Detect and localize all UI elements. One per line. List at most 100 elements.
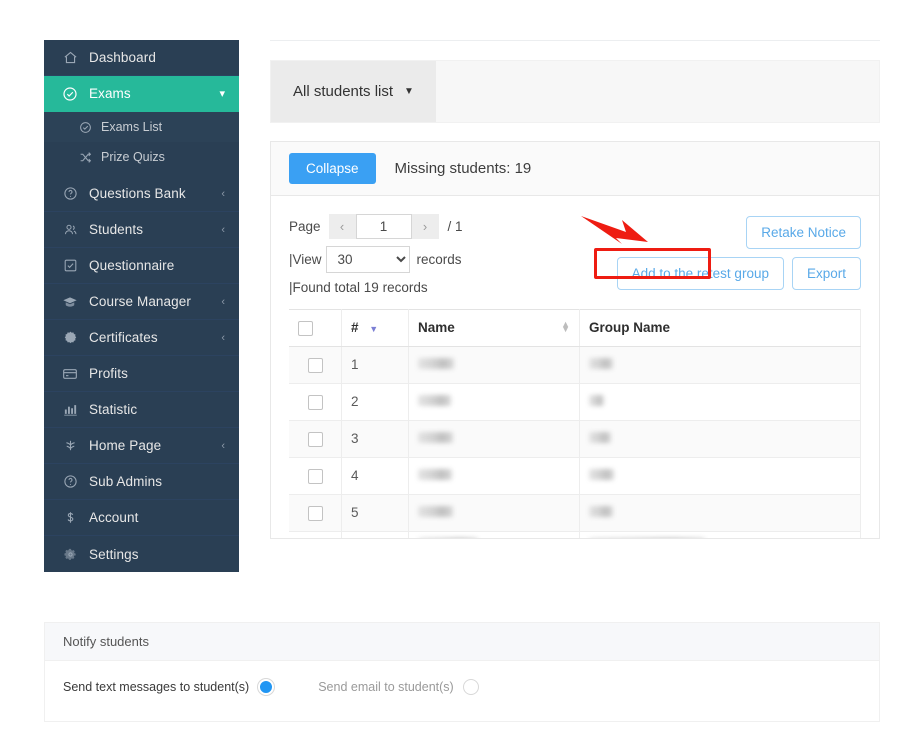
sidebar-item-questionnaire[interactable]: Questionnaire [44, 248, 239, 284]
sidebar-item-label: Statistic [89, 402, 138, 417]
select-all-checkbox[interactable] [298, 320, 313, 336]
row-number: 6 [341, 531, 409, 538]
credit-card-icon [60, 366, 80, 382]
table-row[interactable]: 5 [289, 494, 861, 532]
page-number-input[interactable] [355, 214, 412, 239]
row-group-name [579, 457, 861, 495]
sidebar: Dashboard Exams ▾ Exams List Prize Quizs… [44, 40, 239, 572]
sidebar-item-students[interactable]: Students ‹ [44, 212, 239, 248]
check-circle-icon [76, 121, 94, 134]
redacted-group [589, 358, 613, 370]
sidebar-item-label: Questions Bank [89, 186, 186, 201]
found-records-label: |Found total 19 records [289, 280, 428, 295]
sidebar-submenu-exams: Exams List Prize Quizs [44, 112, 239, 176]
sidebar-item-label: Course Manager [89, 294, 191, 309]
send-email-label: Send email to student(s) [318, 680, 454, 694]
chevron-right-icon: › [422, 219, 428, 234]
sidebar-item-certificates[interactable]: Certificates ‹ [44, 320, 239, 356]
redacted-group [589, 395, 604, 407]
caret-down-icon: ▼ [404, 86, 414, 97]
redacted-name [418, 395, 451, 407]
tab-strip: All students list ▼ [270, 60, 880, 123]
students-card: Collapse Missing students: 19 Page ‹ 1 ›… [270, 141, 880, 539]
redacted-name [418, 358, 454, 370]
chevron-down-icon: ▾ [219, 88, 225, 100]
sidebar-item-statistic[interactable]: Statistic [44, 392, 239, 428]
chevron-left-icon: ‹ [339, 219, 345, 234]
check-square-icon [60, 258, 80, 273]
sidebar-subitem-label: Prize Quizs [101, 150, 165, 164]
sidebar-item-label: Sub Admins [89, 474, 163, 489]
sidebar-item-exams[interactable]: Exams ▾ [44, 76, 239, 112]
row-number: 5 [341, 494, 409, 532]
records-per-page-select[interactable]: 30 [325, 246, 410, 273]
send-sms-label: Send text messages to student(s) [63, 680, 250, 694]
send-email-option[interactable]: Send email to student(s) [318, 679, 479, 695]
table-row[interactable]: 1 [289, 346, 861, 384]
table-row[interactable]: 6 [289, 531, 861, 538]
column-header-group-name[interactable]: Group Name [579, 309, 861, 347]
sidebar-item-label: Account [89, 510, 139, 525]
redacted-name [418, 469, 452, 481]
row-select-cell [289, 531, 342, 538]
top-divider [270, 40, 880, 41]
table-row[interactable]: 2 [289, 383, 861, 421]
gear-icon [60, 547, 80, 562]
students-table: # ▼ Name ▲ ▼ Group Name 1 2 3 4 5 [289, 309, 861, 538]
certificate-icon [60, 330, 80, 345]
add-to-retest-group-button[interactable]: Add to the retest group [616, 257, 784, 290]
sidebar-item-home-page[interactable]: Home Page ‹ [44, 428, 239, 464]
card-body: Page ‹ › / 1 |View [271, 196, 879, 538]
collapse-button[interactable]: Collapse [289, 153, 376, 184]
sidebar-item-label: Exams [89, 86, 131, 101]
table-row[interactable]: 3 [289, 420, 861, 458]
sidebar-item-prize-quizs[interactable]: Prize Quizs [44, 142, 239, 172]
sidebar-item-label: Profits [89, 366, 128, 381]
sidebar-item-questions-bank[interactable]: Questions Bank ‹ [44, 176, 239, 212]
sidebar-item-profits[interactable]: Profits [44, 356, 239, 392]
sidebar-item-sub-admins[interactable]: Sub Admins [44, 464, 239, 500]
tab-all-students-list[interactable]: All students list ▼ [271, 61, 436, 122]
sidebar-item-exams-list[interactable]: Exams List [44, 112, 239, 142]
sort-desc-icon: ▼ [369, 324, 379, 335]
column-header-name[interactable]: Name ▲ ▼ [408, 309, 580, 347]
row-number: 2 [341, 383, 409, 421]
row-checkbox[interactable] [307, 468, 323, 484]
row-number: 1 [341, 346, 409, 384]
row-checkbox[interactable] [307, 394, 323, 410]
sidebar-item-dashboard[interactable]: Dashboard [44, 40, 239, 76]
sidebar-item-settings[interactable]: Settings [44, 536, 239, 572]
retake-notice-button[interactable]: Retake Notice [746, 216, 861, 249]
sidebar-item-account[interactable]: Account [44, 500, 239, 536]
export-button[interactable]: Export [791, 257, 861, 290]
table-header-row: # ▼ Name ▲ ▼ Group Name [289, 309, 861, 347]
sidebar-item-label: Students [89, 222, 144, 237]
sidebar-item-label: Home Page [89, 438, 162, 453]
send-email-radio[interactable] [462, 679, 479, 695]
send-sms-radio[interactable] [258, 679, 275, 695]
row-checkbox[interactable] [307, 431, 323, 447]
sidebar-item-label: Dashboard [89, 50, 156, 65]
column-header-num[interactable]: # ▼ [341, 309, 409, 347]
row-select-cell [289, 346, 342, 384]
sidebar-item-course-manager[interactable]: Course Manager ‹ [44, 284, 239, 320]
row-checkbox[interactable] [307, 357, 323, 373]
redacted-name [418, 506, 453, 518]
row-number: 4 [341, 457, 409, 495]
view-label: |View [289, 252, 322, 267]
column-label: # [351, 320, 359, 336]
row-checkbox[interactable] [307, 505, 323, 521]
shuffle-icon [76, 151, 94, 164]
question-circle-icon [60, 186, 80, 201]
prev-page-button[interactable]: ‹ [328, 214, 356, 239]
tab-strip-filler [435, 61, 879, 122]
chevron-left-icon: ‹ [221, 439, 225, 452]
total-pages-label: / 1 [447, 219, 463, 234]
chevron-left-icon: ‹ [221, 331, 225, 344]
app-screenshot: Dashboard Exams ▾ Exams List Prize Quizs… [0, 0, 922, 754]
redacted-name [418, 432, 453, 444]
next-page-button[interactable]: › [411, 214, 439, 239]
send-sms-option[interactable]: Send text messages to student(s) [63, 679, 275, 695]
table-row[interactable]: 4 [289, 457, 861, 495]
notify-panel-title: Notify students [45, 623, 879, 661]
